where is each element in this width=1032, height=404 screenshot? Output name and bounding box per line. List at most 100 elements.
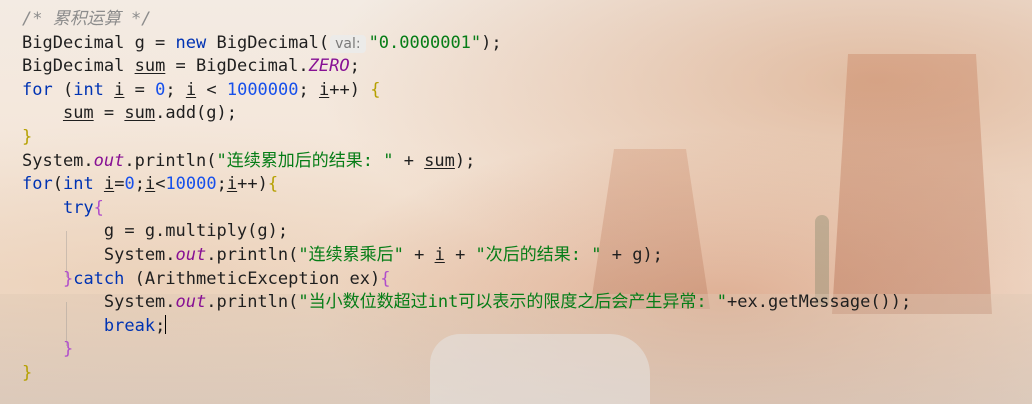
code-token: { xyxy=(93,197,104,218)
code-token: catch xyxy=(73,268,125,289)
code-token: { xyxy=(370,79,381,100)
code-token: System. xyxy=(22,150,94,171)
code-token: try xyxy=(62,197,94,218)
code-token: 10000 xyxy=(165,174,217,195)
code-line[interactable]: for(int i=0;i<10000;i++){ xyxy=(22,173,1022,197)
code-token: } xyxy=(62,339,74,360)
code-editor[interactable]: /* 累积运算 */BigDecimal g = new BigDecimal(… xyxy=(22,8,1022,386)
code-line[interactable]: for (int i = 0; i < 1000000; i++) { xyxy=(22,79,1022,103)
code-line[interactable]: }catch (ArithmeticException ex){ xyxy=(22,268,1022,292)
text-caret xyxy=(165,314,167,334)
code-token: + xyxy=(393,150,425,171)
code-token: .add(g); xyxy=(155,103,237,124)
code-token: ; xyxy=(349,56,360,77)
code-token: .println( xyxy=(124,150,217,171)
code-token: sum xyxy=(134,56,166,77)
code-token: < xyxy=(196,79,227,100)
code-token: .println( xyxy=(206,244,299,265)
code-token: "0.0000001" xyxy=(368,32,482,53)
code-token: new xyxy=(175,32,207,53)
code-line[interactable]: BigDecimal g = new BigDecimal(val: "0.000… xyxy=(22,32,1022,56)
code-token: 1000000 xyxy=(226,79,299,100)
code-token: { xyxy=(380,268,391,289)
code-token: i xyxy=(144,174,156,195)
code-token: ++) xyxy=(237,174,268,195)
code-token: + xyxy=(444,244,476,265)
code-token: "连续累加后的结果: " xyxy=(216,150,394,171)
code-token: "次后的结果: " xyxy=(475,244,602,265)
code-token: sum xyxy=(424,150,455,171)
code-token: } xyxy=(62,268,74,289)
code-token: } xyxy=(22,126,33,147)
code-token: ZERO xyxy=(308,56,350,77)
code-line[interactable]: /* 累积运算 */ xyxy=(22,8,1022,32)
code-token: (ArithmeticException ex) xyxy=(124,268,381,289)
code-line[interactable]: sum = sum.add(g); xyxy=(22,102,1022,126)
code-token: ; xyxy=(298,79,319,100)
code-token: ; xyxy=(165,79,186,100)
code-token: ++) xyxy=(329,79,371,100)
code-token: } xyxy=(22,362,33,383)
code-line[interactable]: System.out.println("连续累乘后" + i + "次后的结果:… xyxy=(22,244,1022,268)
code-token: BigDecimal( xyxy=(206,32,330,53)
code-token: "连续累乘后" xyxy=(298,244,404,265)
code-token: +ex.getMessage()); xyxy=(727,292,912,313)
code-token: = xyxy=(114,174,125,195)
code-token: ); xyxy=(454,150,476,171)
code-token: + g); xyxy=(601,244,663,265)
code-token: ( xyxy=(52,174,63,195)
code-token: i xyxy=(185,79,197,100)
code-token: = xyxy=(124,79,156,100)
code-token: i xyxy=(318,79,330,100)
code-line[interactable]: System.out.println("当小数位数超过int可以表示的限度之后会… xyxy=(22,291,1022,315)
code-token: ; xyxy=(155,315,166,336)
code-token: out xyxy=(175,244,207,265)
code-token: for xyxy=(22,79,53,100)
code-token: out xyxy=(93,150,125,171)
parameter-hint: val: xyxy=(330,34,366,53)
code-line[interactable]: System.out.println("连续累加后的结果: " + sum); xyxy=(22,150,1022,174)
code-token: ( xyxy=(52,79,74,100)
code-line[interactable]: } xyxy=(22,126,1022,150)
code-token: = xyxy=(93,103,125,124)
code-token: ; xyxy=(216,174,227,195)
code-line[interactable]: } xyxy=(22,338,1022,362)
code-token: .println( xyxy=(206,292,299,313)
code-token: System. xyxy=(22,292,176,313)
code-token: /* 累积运算 */ xyxy=(22,9,152,29)
code-token: BigDecimal g = xyxy=(22,32,176,53)
code-token: 0 xyxy=(124,174,135,195)
code-token: i xyxy=(226,174,238,195)
code-token: ; xyxy=(134,174,145,195)
code-token: i xyxy=(434,244,445,265)
code-token: sum xyxy=(62,103,94,124)
code-token: g = g.multiply(g); xyxy=(22,221,289,242)
code-token: BigDecimal xyxy=(22,56,135,77)
code-token: for xyxy=(22,174,53,195)
code-token: break xyxy=(103,315,156,336)
code-line[interactable]: BigDecimal sum = BigDecimal.ZERO; xyxy=(22,55,1022,79)
code-token: 0 xyxy=(155,79,166,100)
code-token: int xyxy=(73,79,104,100)
code-token: sum xyxy=(124,103,156,124)
code-token: System. xyxy=(22,244,176,265)
code-token: "当小数位数超过int可以表示的限度之后会产生异常: " xyxy=(298,292,728,313)
code-line[interactable]: try{ xyxy=(22,197,1022,221)
code-token: ); xyxy=(481,32,502,53)
code-line[interactable]: break; xyxy=(22,314,1022,339)
code-token: < xyxy=(155,174,166,195)
code-token: = BigDecimal. xyxy=(165,56,309,77)
code-line[interactable]: g = g.multiply(g); xyxy=(22,220,1022,244)
code-token: int xyxy=(62,174,94,195)
code-line[interactable]: } xyxy=(22,362,1022,386)
code-token: i xyxy=(103,174,115,195)
code-token: i xyxy=(114,79,125,100)
code-token: { xyxy=(267,174,279,195)
